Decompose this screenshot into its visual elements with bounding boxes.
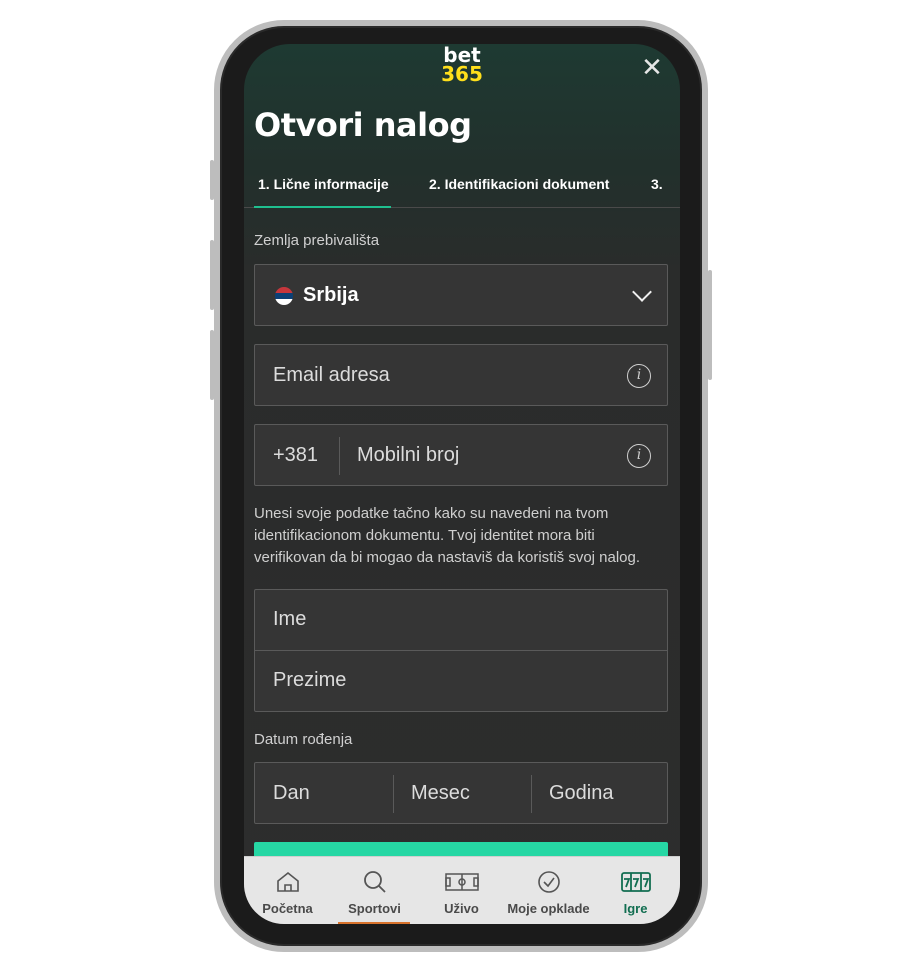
tab-label: Uživo	[444, 901, 479, 916]
tab-home[interactable]: Početna	[244, 857, 331, 924]
bet365-logo: bet 365	[244, 45, 680, 86]
last-name-field[interactable]: Prezime	[255, 651, 667, 712]
tab-label: Sportovi	[348, 901, 401, 916]
active-step-indicator	[254, 206, 391, 208]
phone-side-button	[210, 330, 214, 400]
phone-side-button	[210, 160, 214, 200]
identity-note: Unesi svoje podatke tačno kako su navede…	[254, 505, 641, 566]
name-fields-group: Ime Prezime	[254, 589, 668, 712]
year-placeholder: Godina	[549, 782, 614, 804]
chevron-down-icon	[632, 282, 652, 302]
month-placeholder: Mesec	[411, 782, 470, 804]
info-icon[interactable]: i	[627, 364, 651, 388]
pitch-icon	[444, 873, 479, 891]
slots-icon	[620, 872, 651, 892]
logo-line-2: 365	[441, 62, 483, 86]
tab-live[interactable]: Uživo	[418, 857, 505, 924]
phone-field[interactable]: +381 Mobilni broj i	[254, 424, 668, 486]
search-icon	[363, 871, 386, 893]
phone-prefix[interactable]: +381	[273, 444, 318, 467]
tab-indicator	[338, 922, 410, 924]
tab-label: Igre	[623, 901, 648, 916]
page-title: Otvori nalog	[254, 106, 472, 144]
dob-group: Dan Mesec Godina	[254, 762, 668, 824]
last-name-placeholder: Prezime	[273, 669, 347, 691]
email-placeholder: Email adresa	[273, 364, 390, 386]
dob-label: Datum rođenja	[254, 731, 353, 748]
tab-label: Moje opklade	[507, 901, 590, 916]
divider	[339, 437, 340, 475]
country-select[interactable]: Srbija	[254, 264, 668, 326]
country-label: Zemlja prebivališta	[254, 232, 380, 249]
email-field[interactable]: Email adresa i	[254, 344, 668, 406]
check-circle-icon	[537, 871, 560, 893]
tab-label: Početna	[262, 901, 313, 916]
tab-my-bets[interactable]: Moje opklade	[505, 857, 592, 924]
tab-personal-info[interactable]: 1. Lične informacije	[258, 176, 389, 192]
month-field[interactable]: Mesec	[393, 763, 531, 823]
tab-games[interactable]: Igre	[592, 857, 679, 924]
app-screen: bet 365 ✕ Otvori nalog 1. Lične informac…	[244, 44, 680, 924]
first-name-field[interactable]: Ime	[255, 590, 667, 651]
tab-step-3[interactable]: 3.	[651, 176, 663, 192]
tab-sports[interactable]: Sportovi	[331, 857, 418, 924]
day-field[interactable]: Dan	[255, 763, 393, 823]
step-tabs: 1. Lične informacije 2. Identifikacioni …	[244, 172, 680, 208]
tab-id-document[interactable]: 2. Identifikacioni dokument	[429, 176, 609, 192]
phone-side-button	[210, 240, 214, 310]
phone-placeholder: Mobilni broj	[357, 444, 460, 466]
info-icon[interactable]: i	[627, 444, 651, 468]
first-name-placeholder: Ime	[273, 608, 307, 630]
day-placeholder: Dan	[273, 782, 310, 804]
close-icon[interactable]: ✕	[640, 55, 664, 81]
year-field[interactable]: Godina	[531, 763, 667, 823]
phone-side-button	[708, 270, 712, 380]
country-value: Srbija	[303, 284, 359, 306]
serbia-flag-icon	[275, 287, 293, 305]
home-icon	[276, 871, 299, 892]
bottom-tab-bar: Početna Sportovi Uživo Moje opklade Igre	[244, 856, 680, 924]
